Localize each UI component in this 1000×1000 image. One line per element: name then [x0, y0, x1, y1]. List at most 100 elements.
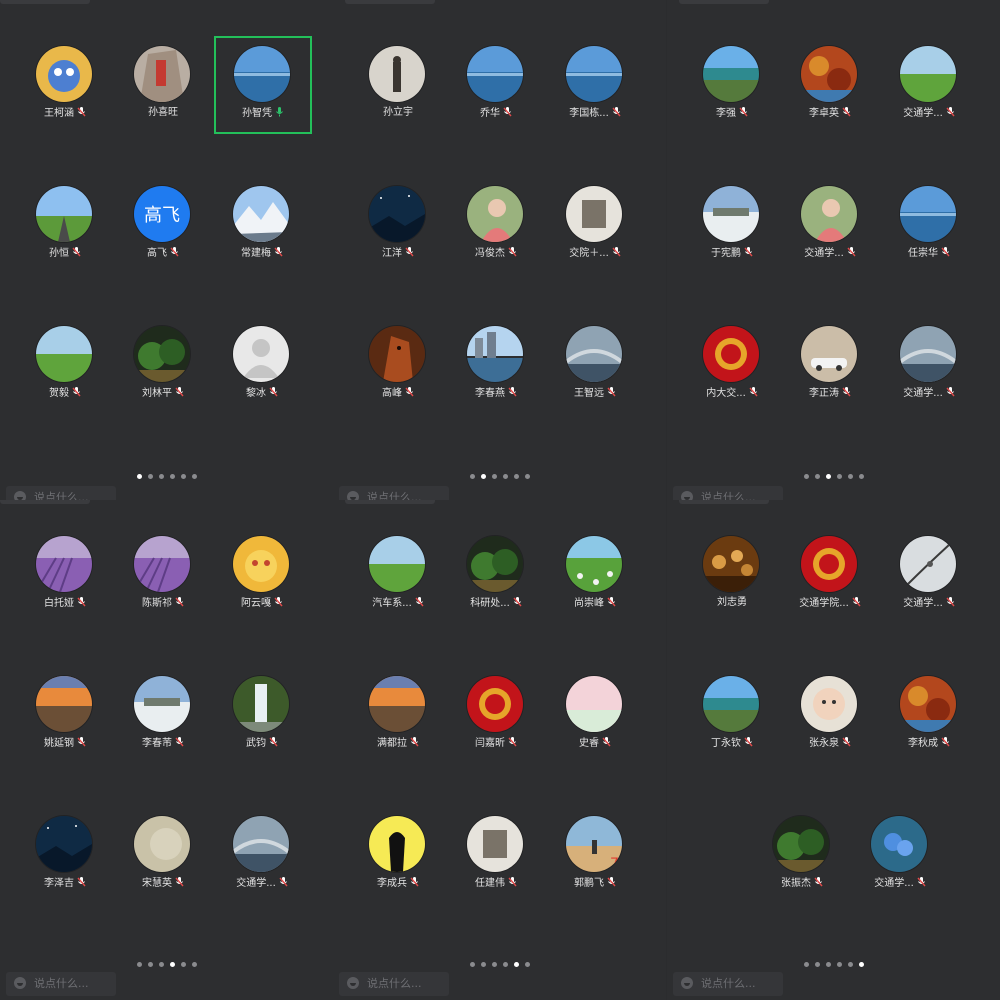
participant-tile[interactable]: 江洋	[350, 176, 446, 272]
page-dot[interactable]	[480, 962, 486, 967]
page-dot[interactable]	[158, 474, 164, 479]
page-dot[interactable]	[502, 962, 508, 967]
participant-tile[interactable]: 高飞 高飞	[115, 176, 211, 272]
page-dot[interactable]	[480, 474, 486, 479]
participant-tile[interactable]: 高峰	[350, 316, 446, 412]
page-dot[interactable]	[502, 474, 508, 479]
page-dot[interactable]	[180, 474, 186, 479]
page-dot[interactable]	[814, 474, 820, 479]
page-dot[interactable]	[847, 962, 853, 967]
participant-tile[interactable]: 刘林平	[115, 316, 211, 412]
participant-tile[interactable]: 姚延钢	[17, 666, 113, 762]
participant-tile[interactable]: 交通学...	[852, 806, 948, 902]
meeting-page-3[interactable]: 李强 李卓英 交通学... 于宪鹏 交通学... 任崇华 内大交... 李正涛 交通学... 说点…	[667, 0, 1000, 500]
participant-tile[interactable]: 交通学...	[881, 36, 977, 132]
participant-tile[interactable]: 乔华	[448, 36, 544, 132]
participant-tile[interactable]: 交通学...	[881, 526, 977, 622]
chat-input[interactable]: 说点什么...	[6, 972, 116, 996]
participant-tile[interactable]: 黎冰	[214, 316, 310, 412]
page-dot[interactable]	[169, 474, 175, 479]
participant-tile[interactable]: 汽车系...	[350, 526, 446, 622]
emoji-icon[interactable]	[14, 977, 26, 989]
page-dot[interactable]	[491, 474, 497, 479]
page-dot[interactable]	[136, 962, 142, 967]
participant-tile[interactable]: 张振杰	[754, 806, 850, 902]
page-dot[interactable]	[469, 962, 475, 967]
meeting-page-1[interactable]: 王柯涵 孙喜旺 孙智凭孙恒 高飞 高飞 常建梅贺毅 刘林平 黎冰说点什么...	[0, 0, 333, 500]
page-dot[interactable]	[803, 474, 809, 479]
page-dot[interactable]	[469, 474, 475, 479]
participant-tile[interactable]: 李国栋...	[547, 36, 643, 132]
page-dot[interactable]	[169, 962, 175, 967]
participant-tile[interactable]: 李正涛	[782, 316, 878, 412]
participant-tile[interactable]: 任建伟	[448, 806, 544, 902]
participant-tile[interactable]: 孙喜旺	[115, 36, 211, 132]
participant-tile[interactable]: 于宪鹏	[684, 176, 780, 272]
participant-tile[interactable]: 丁永钦	[684, 666, 780, 762]
participant-tile[interactable]: 王智远	[547, 316, 643, 412]
emoji-icon[interactable]	[347, 977, 359, 989]
page-dot[interactable]	[814, 962, 820, 967]
participant-tile[interactable]: 科研处...	[448, 526, 544, 622]
participant-tile[interactable]: 李春芾	[115, 666, 211, 762]
page-dot[interactable]	[825, 474, 831, 479]
page-dot[interactable]	[524, 962, 530, 967]
page-dot[interactable]	[136, 474, 142, 479]
participant-tile[interactable]: 贺毅	[17, 316, 113, 412]
participant-tile[interactable]: 张永泉	[782, 666, 878, 762]
chat-input[interactable]: 说点什么...	[339, 486, 449, 500]
participant-tile[interactable]: 李成兵	[350, 806, 446, 902]
page-dot[interactable]	[524, 474, 530, 479]
participant-tile[interactable]: 李泽吉	[17, 806, 113, 902]
page-dot[interactable]	[191, 474, 197, 479]
participant-tile[interactable]: 宋慧英	[115, 806, 211, 902]
participant-tile[interactable]: 7 郭鹏飞	[547, 806, 643, 902]
participant-tile[interactable]: 阿云嘎	[214, 526, 310, 622]
participant-tile[interactable]: 冯俊杰	[448, 176, 544, 272]
page-dot[interactable]	[147, 962, 153, 967]
participant-tile[interactable]: 交通学...	[782, 176, 878, 272]
page-dot[interactable]	[147, 474, 153, 479]
chat-input[interactable]: 说点什么...	[673, 972, 783, 996]
participant-tile[interactable]: 交院＋...	[547, 176, 643, 272]
emoji-icon[interactable]	[681, 977, 693, 989]
participant-tile[interactable]: 史睿	[547, 666, 643, 762]
emoji-icon[interactable]	[14, 491, 26, 500]
meeting-page-6[interactable]: 刘志勇 交通学院... 交通学... 丁永钦 张永泉 李秋成 张振杰 交通学... 说点什么..…	[667, 500, 1000, 1000]
participant-tile[interactable]: 闫嘉昕	[448, 666, 544, 762]
participant-tile[interactable]: 常建梅	[214, 176, 310, 272]
participant-tile[interactable]: 李强	[684, 36, 780, 132]
page-dot[interactable]	[513, 474, 519, 479]
page-dot[interactable]	[491, 962, 497, 967]
participant-tile[interactable]: 武钧	[214, 666, 310, 762]
page-dot[interactable]	[191, 962, 197, 967]
participant-tile[interactable]: 李卓英	[782, 36, 878, 132]
page-dot[interactable]	[803, 962, 809, 967]
participant-tile[interactable]: 刘志勇	[684, 526, 780, 622]
page-dot[interactable]	[825, 962, 831, 967]
meeting-page-5[interactable]: 汽车系... 科研处... 尚崇峰满都拉 闫嘉昕 史睿李成兵 任建伟 7 郭鹏飞说点什么...	[333, 500, 666, 1000]
participant-tile[interactable]: 任崇华	[881, 176, 977, 272]
participant-tile[interactable]: 交通学...	[214, 806, 310, 902]
meeting-page-2[interactable]: 孙立宇 乔华 李国栋... 江洋 冯俊杰 交院＋... 高峰 李春燕 王智远 说点什么...	[333, 0, 666, 500]
participant-tile[interactable]: 交通学...	[881, 316, 977, 412]
page-dot[interactable]	[858, 962, 864, 967]
participant-tile[interactable]: 李秋成	[881, 666, 977, 762]
participant-tile[interactable]: 满都拉	[350, 666, 446, 762]
page-dot[interactable]	[847, 474, 853, 479]
page-dot[interactable]	[180, 962, 186, 967]
participant-tile[interactable]: 孙立宇	[350, 36, 446, 132]
chat-input[interactable]: 说点什么...	[339, 972, 449, 996]
participant-tile[interactable]: 王柯涵	[17, 36, 113, 132]
chat-input[interactable]: 说点什么...	[673, 486, 783, 500]
participant-tile[interactable]: 白托娅	[17, 526, 113, 622]
page-dot[interactable]	[158, 962, 164, 967]
participant-tile[interactable]: 孙智凭	[214, 36, 312, 134]
page-dot[interactable]	[513, 962, 519, 967]
chat-input[interactable]: 说点什么...	[6, 486, 116, 500]
emoji-icon[interactable]	[347, 491, 359, 500]
participant-tile[interactable]: 孙恒	[17, 176, 113, 272]
participant-tile[interactable]: 内大交...	[684, 316, 780, 412]
meeting-page-4[interactable]: 白托娅 陈斯祁 阿云嘎 姚延钢 李春芾 武钧 李泽吉 宋慧英 交通学... 说点什么...	[0, 500, 333, 1000]
participant-tile[interactable]: 尚崇峰	[547, 526, 643, 622]
